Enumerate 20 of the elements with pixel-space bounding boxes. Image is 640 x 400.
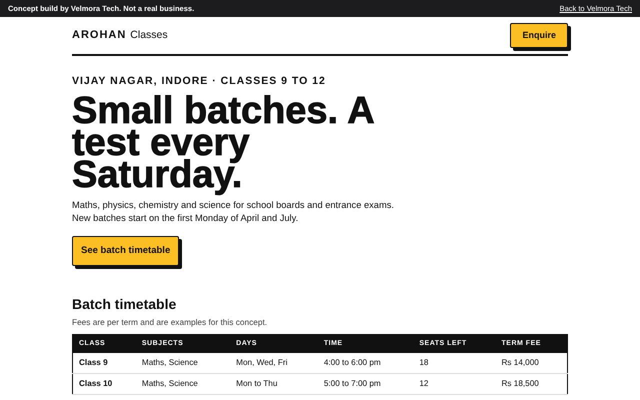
brand-name: AROHAN (72, 28, 126, 44)
table-cell: 5:00 to 7:00 pm (318, 374, 414, 395)
table-cell: Maths, Science (136, 374, 230, 395)
table-cell: Rs 14,000 (496, 352, 568, 374)
table-cell: Class 9 (72, 352, 136, 374)
table-cell: 4:00 to 6:00 pm (318, 352, 414, 374)
table-cell: Rs 18,500 (496, 374, 568, 395)
table-cell: Mon, Wed, Fri (230, 352, 318, 374)
hero-description: Maths, physics, chemistry and science for school boards and entrance exams. New batches start on the first Monday of April and July. (72, 198, 395, 226)
table-cell: 18 (413, 352, 496, 374)
section-note: Fees are per term and are examples for this concept. (72, 316, 268, 328)
table-cell: Class 10 (72, 374, 136, 395)
table-cell: Mon to Thu (230, 374, 318, 395)
table-cell: 12 (413, 374, 496, 395)
section-heading: Batch timetable (72, 296, 178, 313)
table-cell: Maths, Science (136, 352, 230, 374)
location-eyebrow: VIJAY NAGAR, INDORE · CLASSES 9 TO 12 (72, 74, 327, 89)
timetable-button[interactable]: See batch timetable (72, 236, 180, 266)
enquire-button[interactable]: Enquire (510, 22, 568, 48)
brand-suffix: Classes (130, 28, 168, 44)
